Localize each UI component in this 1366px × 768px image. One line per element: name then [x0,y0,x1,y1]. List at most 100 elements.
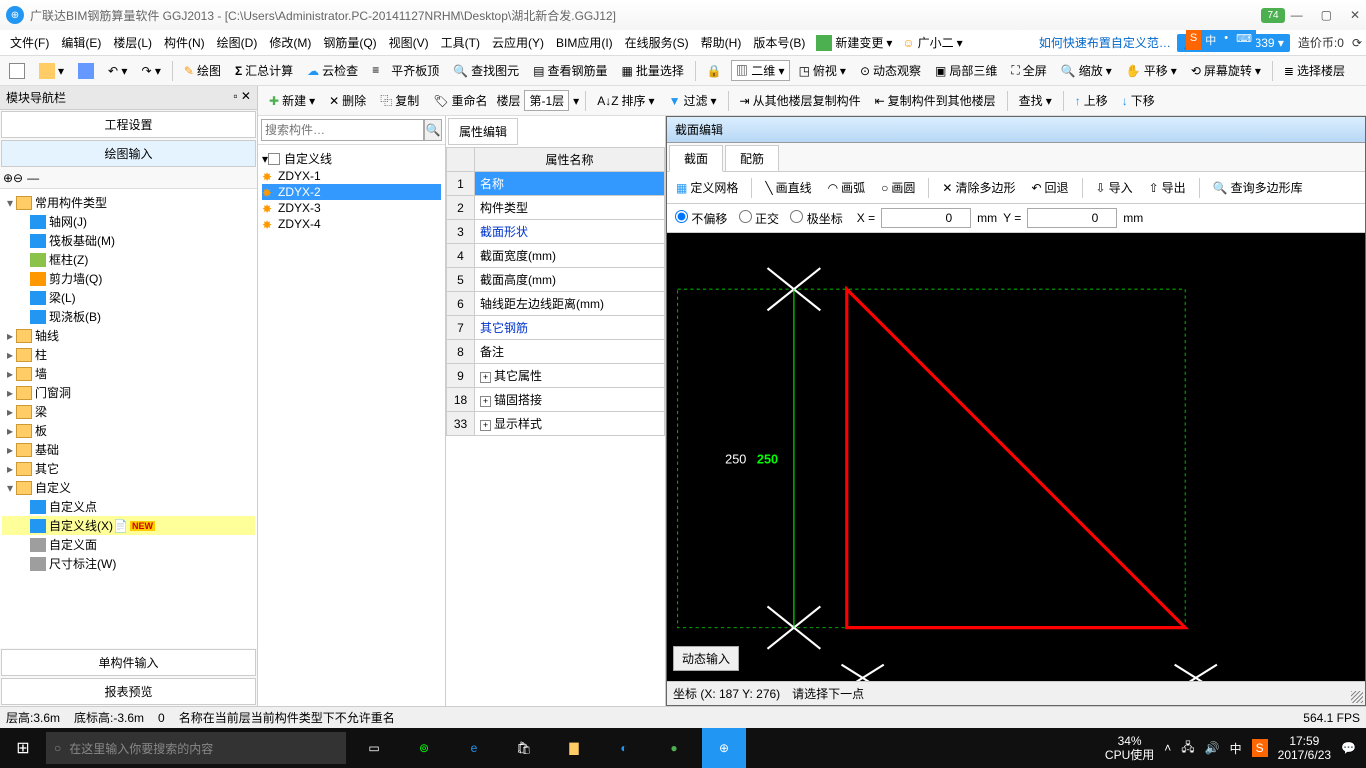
import-button[interactable]: ⇩导入 [1091,176,1138,199]
new-change-button[interactable]: 新建变更 ▾ [811,31,897,54]
tree-group-beam[interactable]: ▸梁 [2,402,255,421]
view-steel-button[interactable]: ▤查看钢筋量 [528,59,612,82]
start-button[interactable]: ⊞ [0,738,46,758]
menu-component[interactable]: 构件(N) [158,31,211,54]
cpu-meter[interactable]: 34%CPU使用 [1105,734,1154,763]
prop-type[interactable]: 构件类型 [475,196,665,220]
prop-display[interactable]: +显示样式 [475,412,665,436]
y-input[interactable] [1027,208,1117,228]
tree-item-slab[interactable]: 现浇板(B) [2,307,255,326]
menu-floor[interactable]: 楼层(L) [107,31,158,54]
menu-edit[interactable]: 编辑(E) [55,31,107,54]
clear-polygon-button[interactable]: ✕清除多边形 [937,176,1020,199]
menu-help[interactable]: 帮助(H) [695,31,748,54]
draw-circle-button[interactable]: ○画圆 [876,176,920,199]
radio-ortho[interactable]: 正交 [739,212,779,226]
tree-group-foundation[interactable]: ▸基础 [2,440,255,459]
lock-button[interactable]: 🔒 [702,61,727,81]
tray-ime[interactable]: 中 [1230,740,1242,757]
notification-badge[interactable]: 74 [1261,8,1284,23]
section-canvas[interactable]: 250 250 动态输入 坐标 (X: 187 Y: 276) 请选择下一点 [667,233,1365,705]
tree-group-opening[interactable]: ▸门窗洞 [2,383,255,402]
search-input[interactable] [261,119,424,141]
tree-root-common[interactable]: ▾常用构件类型 [2,193,255,212]
prop-axis-dist[interactable]: 轴线距左边线距离(mm) [475,292,665,316]
expand-all-icon[interactable]: ⊕⊖ [3,171,23,185]
tab-project-settings[interactable]: 工程设置 [1,111,256,138]
polygon-lib-button[interactable]: 🔍查询多边形库 [1208,176,1308,199]
tree-group-other[interactable]: ▸其它 [2,459,255,478]
move-up-button[interactable]: ↑上移 [1070,89,1113,112]
close-button[interactable]: ✕ [1350,8,1360,22]
prop-height[interactable]: 截面高度(mm) [475,268,665,292]
delete-component-button[interactable]: ✕删除 [324,89,371,112]
filter-button[interactable]: ▼过滤 ▾ [664,89,722,112]
ime-float-badge[interactable]: S 中 • ⌨ [1186,30,1256,50]
minimize-button[interactable]: — [1291,8,1303,22]
local-3d-button[interactable]: ▣局部三维 [930,59,1002,82]
taskbar-360[interactable]: ● [652,728,696,768]
new-component-button[interactable]: ✚新建 ▾ [264,89,320,112]
tray-up-icon[interactable]: ˄ [1164,741,1171,755]
user-dropdown[interactable]: ☺ 广小二 ▾ [897,31,967,54]
search-button[interactable]: 🔍 [424,119,442,141]
prop-name[interactable]: 名称 [475,172,665,196]
tree-item-custom-line[interactable]: 自定义线(X)📄NEW [2,516,255,535]
menu-version[interactable]: 版本号(B) [747,31,811,54]
tray-clock[interactable]: 17:592017/6/23 [1278,734,1331,763]
align-top-button[interactable]: ≡平齐板顶 [367,59,444,82]
tab-report-preview[interactable]: 报表预览 [1,678,256,705]
batch-select-button[interactable]: ▦批量选择 [617,59,689,82]
menu-modify[interactable]: 修改(M) [263,31,317,54]
new-file-button[interactable] [4,60,30,82]
tree-group-axis[interactable]: ▸轴线 [2,326,255,345]
component-item-1[interactable]: ✸ZDYX-1 [262,168,441,184]
tree-item-axis[interactable]: 轴网(J) [2,212,255,231]
menu-steel[interactable]: 钢筋量(Q) [317,31,382,54]
view-mode-combo[interactable]: ▥ 二维 ▾ [731,60,790,81]
zoom-button[interactable]: 🔍缩放 ▾ [1056,59,1117,82]
prop-anchor[interactable]: +锚固搭接 [475,388,665,412]
radio-no-offset[interactable]: 不偏移 [675,212,727,226]
undo-polygon-button[interactable]: ↶回退 [1026,176,1073,199]
nav-tree[interactable]: ▾常用构件类型 轴网(J) 筏板基础(M) 框柱(Z) 剪力墙(Q) 梁(L) … [0,189,257,648]
component-tree[interactable]: ▾自定义线 ✸ZDYX-1 ✸ZDYX-2 ✸ZDYX-3 ✸ZDYX-4 [258,145,445,706]
tree-group-wall[interactable]: ▸墙 [2,364,255,383]
maximize-button[interactable]: ▢ [1321,8,1332,22]
define-grid-button[interactable]: ▦定义网格 [671,176,743,199]
tree-item-shearwall[interactable]: 剪力墙(Q) [2,269,255,288]
expand-icon[interactable]: + [480,396,491,407]
taskbar-edge[interactable]: e [452,728,496,768]
menu-view[interactable]: 视图(V) [383,31,435,54]
rotate-button[interactable]: ⟲屏幕旋转 ▾ [1186,59,1266,82]
top-view-button[interactable]: ◳俯视 ▾ [794,59,851,82]
sort-button[interactable]: A↓Z排序 ▾ [592,89,659,112]
prop-other-attr[interactable]: +其它属性 [475,364,665,388]
tab-draw-input[interactable]: 绘图输入 [1,140,256,167]
tab-rebar[interactable]: 配筋 [725,145,779,172]
property-table[interactable]: 属性名称 1名称 2构件类型 3截面形状 4截面宽度(mm) 5截面高度(mm)… [446,147,665,436]
menu-online[interactable]: 在线服务(S) [619,31,695,54]
tray-sogou-icon[interactable]: S [1252,739,1268,757]
export-button[interactable]: ⇧导出 [1144,176,1191,199]
save-button[interactable] [73,60,99,82]
x-input[interactable] [881,208,971,228]
menu-draw[interactable]: 绘图(D) [211,31,264,54]
dynamic-observe-button[interactable]: ⊙动态观察 [855,59,926,82]
tree-group-column[interactable]: ▸柱 [2,345,255,364]
tree-group-slab[interactable]: ▸板 [2,421,255,440]
tab-single-input[interactable]: 单构件输入 [1,649,256,676]
nav-close-icon[interactable]: ▫ ✕ [233,89,251,106]
floor-combo[interactable]: 第-1层 [524,90,569,111]
prop-shape[interactable]: 截面形状 [475,220,665,244]
tab-section[interactable]: 截面 [669,145,723,172]
cloud-check-button[interactable]: ☁云检查 [302,59,363,82]
taskbar-app-1[interactable]: ⊚ [402,728,446,768]
menu-cloud[interactable]: 云应用(Y) [486,31,550,54]
rename-button[interactable]: 🏷重命名 [428,89,492,112]
taskbar-current-app[interactable]: ⊕ [702,728,746,768]
expand-icon[interactable]: + [480,420,491,431]
resize-grip[interactable] [1351,691,1363,703]
tray-notification-icon[interactable]: 💬 [1341,741,1356,755]
menu-bim[interactable]: BIM应用(I) [550,31,619,54]
